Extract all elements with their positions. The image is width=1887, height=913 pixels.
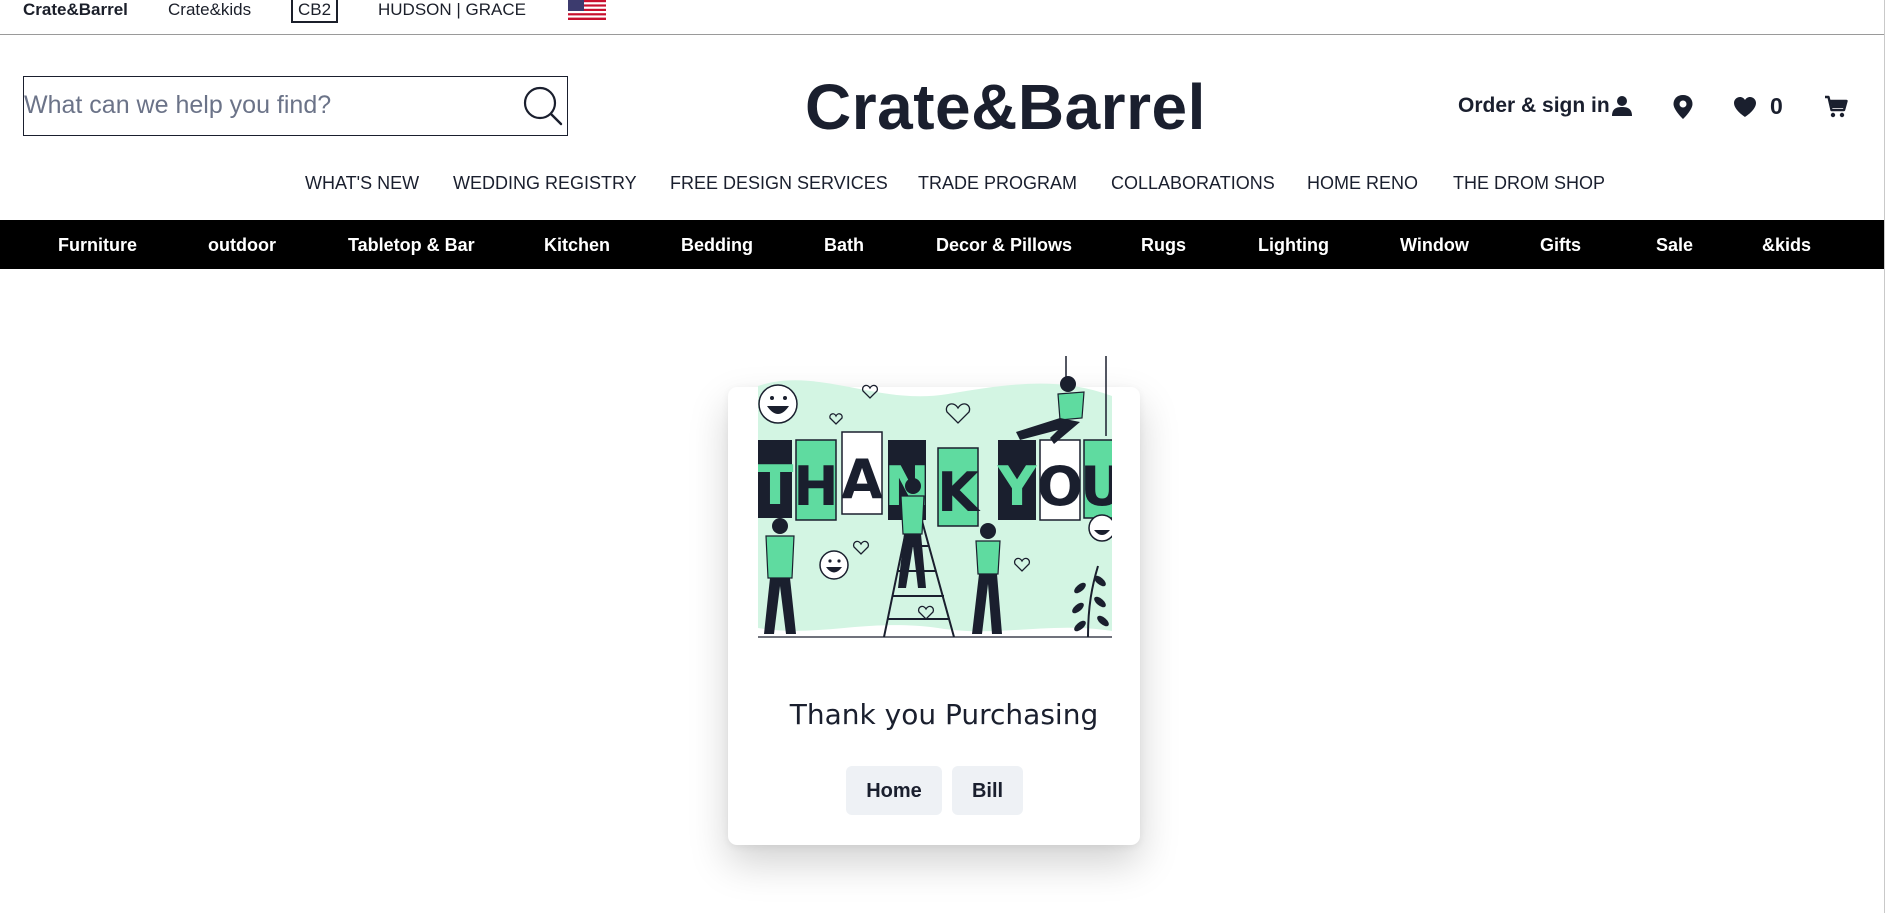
utility-nav-wedding-registry[interactable]: WEDDING REGISTRY: [453, 172, 637, 194]
category-furniture[interactable]: Furniture: [58, 234, 137, 256]
category-sale[interactable]: Sale: [1656, 234, 1693, 256]
search-icon[interactable]: [522, 85, 564, 127]
utility-nav: WHAT'S NEW WEDDING REGISTRY FREE DESIGN …: [0, 172, 1884, 194]
letter-u: U: [1080, 455, 1112, 518]
category-nav: Furniture outdoor Tabletop & Bar Kitchen…: [0, 220, 1884, 269]
utility-nav-trade-program[interactable]: TRADE PROGRAM: [918, 172, 1077, 194]
letter-k: K: [937, 461, 981, 524]
search-input[interactable]: [24, 77, 504, 134]
brand-link-cb2[interactable]: CB2: [291, 0, 339, 23]
category-decor-pillows[interactable]: Decor & Pillows: [936, 234, 1072, 256]
category-kitchen[interactable]: Kitchen: [544, 234, 610, 256]
category-bedding[interactable]: Bedding: [681, 234, 753, 256]
letter-t: T: [758, 454, 794, 517]
cart-icon[interactable]: [1824, 95, 1848, 119]
heart-icon[interactable]: [1733, 96, 1757, 118]
letter-y: Y: [996, 455, 1037, 518]
letter-o: O: [1037, 455, 1083, 518]
location-pin-icon[interactable]: [1672, 94, 1694, 120]
category-tabletop-bar[interactable]: Tabletop & Bar: [348, 234, 475, 256]
home-button[interactable]: Home: [846, 766, 942, 815]
bill-button[interactable]: Bill: [952, 766, 1023, 815]
utility-nav-free-design-services[interactable]: FREE DESIGN SERVICES: [670, 172, 888, 194]
category-rugs[interactable]: Rugs: [1141, 234, 1186, 256]
utility-nav-the-drom-shop[interactable]: THE DROM SHOP: [1453, 172, 1605, 194]
user-icon[interactable]: [1611, 95, 1633, 117]
search-box: [23, 76, 568, 136]
scrollbar-edge: [1884, 0, 1885, 913]
utility-nav-whats-new[interactable]: WHAT'S NEW: [305, 172, 419, 194]
category-kids[interactable]: &kids: [1762, 234, 1811, 256]
category-window[interactable]: Window: [1400, 234, 1469, 256]
us-flag-icon[interactable]: [568, 0, 606, 20]
brand-link-hudson-grace[interactable]: HUDSON | GRACE: [378, 0, 526, 20]
order-sign-in-link[interactable]: Order & sign in: [1458, 93, 1610, 119]
utility-nav-home-reno[interactable]: HOME RENO: [1307, 172, 1418, 194]
letter-h: H: [793, 455, 838, 518]
brand-bar: Crate&Barrel Crate&kids CB2 HUDSON | GRA…: [0, 0, 1884, 35]
confirmation-title: Thank you Purchasing: [789, 698, 1099, 731]
brand-link-crate-kids[interactable]: Crate&kids: [168, 0, 251, 20]
category-outdoor[interactable]: outdoor: [208, 234, 276, 256]
brand-link-crate-barrel[interactable]: Crate&Barrel: [23, 0, 128, 20]
letter-a: A: [841, 448, 883, 511]
utility-nav-collaborations[interactable]: COLLABORATIONS: [1111, 172, 1275, 194]
thank-you-illustration: T H A N K Y O U: [758, 356, 1112, 638]
wishlist-count: 0: [1770, 93, 1783, 119]
category-lighting[interactable]: Lighting: [1258, 234, 1329, 256]
category-bath[interactable]: Bath: [824, 234, 864, 256]
site-logo[interactable]: Crate&Barrel: [805, 70, 1206, 144]
category-gifts[interactable]: Gifts: [1540, 234, 1581, 256]
